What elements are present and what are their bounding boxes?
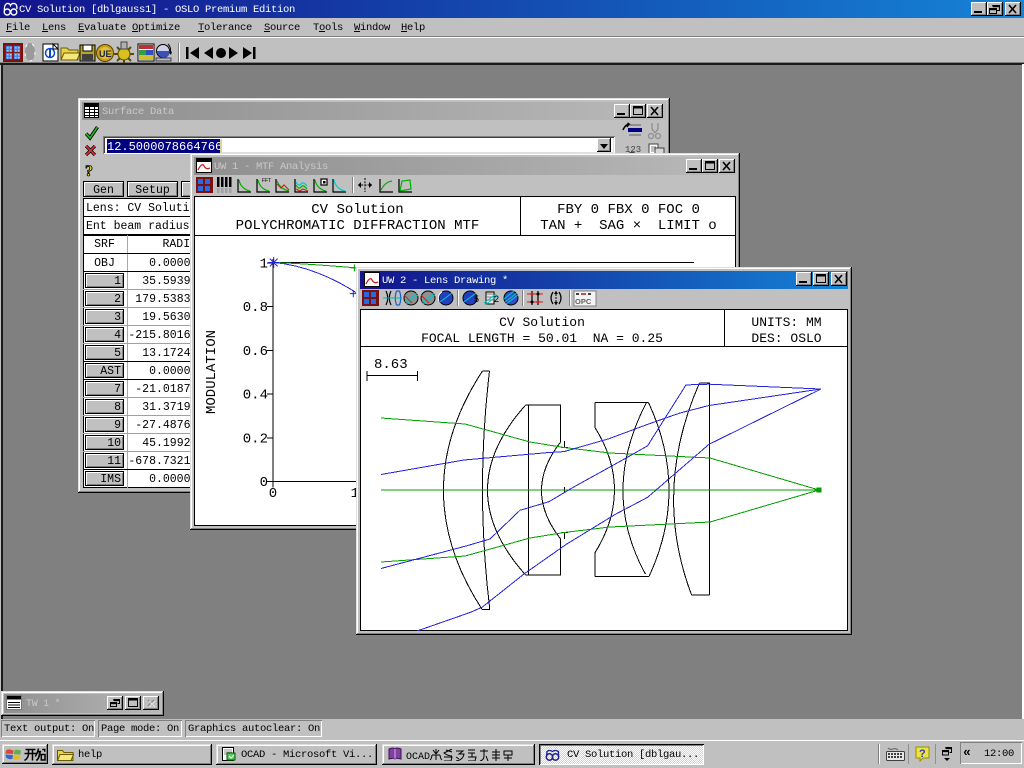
svg-text:0.8: 0.8 (243, 300, 268, 316)
svg-text:?: ? (85, 163, 93, 180)
svg-text:0.4: 0.4 (243, 388, 268, 404)
svg-text:0: 0 (260, 475, 268, 491)
svg-text:MODULATION: MODULATION (204, 330, 220, 414)
svg-text:2: 2 (494, 294, 499, 304)
svg-text:UE: UE (99, 49, 112, 59)
svg-text:1: 1 (260, 256, 268, 272)
svg-text:FFT: FFT (262, 178, 271, 184)
svg-text:OPC: OPC (575, 297, 592, 306)
svg-text:OCAD: OCAD (406, 752, 430, 761)
svg-text:8.63: 8.63 (374, 357, 408, 373)
svg-text:?: ? (919, 748, 926, 760)
svg-text:0.6: 0.6 (243, 344, 268, 360)
svg-text:5: 5 (474, 294, 479, 304)
svg-text:0.2: 0.2 (243, 431, 268, 447)
svg-text:0: 0 (269, 486, 277, 502)
